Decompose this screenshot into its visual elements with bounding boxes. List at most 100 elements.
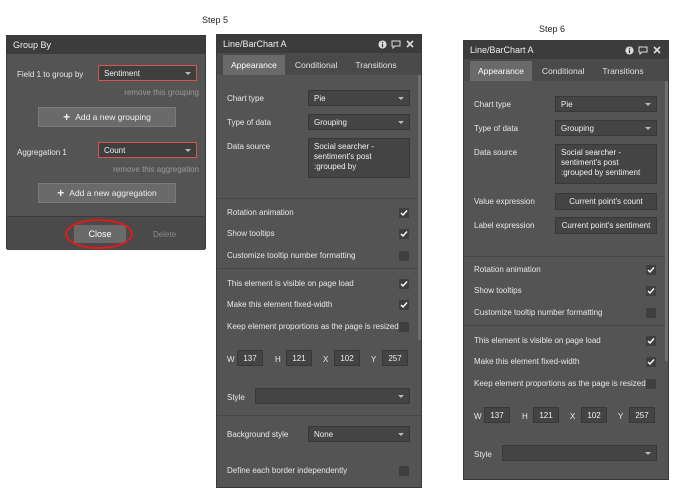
field1-select[interactable]: Sentiment bbox=[98, 65, 197, 81]
aggregation-label: Aggregation 1 bbox=[17, 148, 67, 157]
check-icon bbox=[400, 210, 408, 217]
group-by-footer: Close Delete bbox=[7, 216, 205, 250]
label-expression-label: Label expression bbox=[474, 221, 535, 230]
check-icon bbox=[647, 267, 655, 274]
tab-appearance[interactable]: Appearance bbox=[223, 55, 285, 75]
style-label: Style bbox=[474, 450, 492, 459]
panel-title: Line/BarChart A bbox=[223, 39, 287, 49]
visible-checkbox[interactable] bbox=[646, 336, 656, 346]
delete-button[interactable]: Delete bbox=[153, 230, 176, 239]
keep-proportions-label: Keep element proportions as the page is … bbox=[227, 322, 399, 331]
type-of-data-value: Grouping bbox=[314, 118, 347, 127]
height-input[interactable]: 121 bbox=[533, 407, 559, 423]
y-input[interactable]: 257 bbox=[382, 350, 408, 366]
data-source-line: :grouped by sentiment bbox=[561, 168, 641, 177]
type-of-data-select[interactable]: Grouping bbox=[555, 120, 657, 136]
chart-panel-step5: Line/BarChart A Appearance Conditional T… bbox=[216, 34, 422, 488]
visible-label: This element is visible on page load bbox=[474, 336, 601, 345]
chart-type-select[interactable]: Pie bbox=[555, 96, 657, 112]
caret-down-icon bbox=[398, 395, 404, 398]
tooltips-checkbox[interactable] bbox=[399, 229, 409, 239]
keep-proportions-checkbox[interactable] bbox=[399, 322, 409, 332]
caret-down-icon bbox=[645, 127, 651, 130]
tooltips-checkbox[interactable] bbox=[646, 286, 656, 296]
close-icon[interactable] bbox=[405, 39, 415, 49]
caret-down-icon bbox=[398, 433, 404, 436]
tooltip-format-checkbox[interactable] bbox=[399, 251, 409, 261]
fixed-width-checkbox[interactable] bbox=[399, 300, 409, 310]
chart-type-select[interactable]: Pie bbox=[308, 90, 410, 106]
value-expression-label: Value expression bbox=[474, 197, 535, 206]
fixed-width-label: Make this element fixed-width bbox=[227, 300, 333, 309]
info-icon[interactable] bbox=[624, 45, 634, 55]
remove-grouping-link[interactable]: remove this grouping bbox=[124, 88, 199, 97]
style-select[interactable] bbox=[502, 445, 657, 461]
visible-checkbox[interactable] bbox=[399, 279, 409, 289]
scrollbar[interactable] bbox=[665, 81, 668, 361]
tab-appearance[interactable]: Appearance bbox=[470, 61, 532, 81]
remove-aggregation-link[interactable]: remove this aggregation bbox=[113, 165, 199, 174]
tab-transitions[interactable]: Transitions bbox=[594, 61, 651, 81]
check-icon bbox=[400, 302, 408, 309]
info-icon[interactable] bbox=[377, 39, 387, 49]
tab-conditional[interactable]: Conditional bbox=[287, 55, 346, 75]
data-source-field[interactable]: Social searcher - sentiment's post :grou… bbox=[555, 144, 657, 184]
divider bbox=[464, 325, 668, 326]
step6-label: Step 6 bbox=[539, 24, 566, 34]
data-source-line: sentiment's post bbox=[561, 158, 619, 167]
panel-title: Line/BarChart A bbox=[470, 45, 534, 55]
chart-type-label: Chart type bbox=[474, 100, 511, 109]
background-style-select[interactable]: None bbox=[308, 426, 410, 442]
close-icon[interactable] bbox=[652, 45, 662, 55]
type-of-data-value: Grouping bbox=[561, 124, 594, 133]
chart-type-value: Pie bbox=[314, 94, 326, 103]
value-expression-field[interactable]: Current point's count bbox=[555, 193, 657, 210]
y-input[interactable]: 257 bbox=[629, 407, 655, 423]
chart-type-label: Chart type bbox=[227, 94, 264, 103]
tab-transitions[interactable]: Transitions bbox=[347, 55, 404, 75]
width-input[interactable]: 137 bbox=[237, 350, 263, 366]
tooltip-format-checkbox[interactable] bbox=[646, 308, 656, 318]
data-source-line: :grouped by bbox=[314, 162, 357, 171]
height-input[interactable]: 121 bbox=[286, 350, 312, 366]
type-of-data-label: Type of data bbox=[227, 118, 272, 127]
x-input[interactable]: 102 bbox=[581, 407, 607, 423]
style-select[interactable] bbox=[255, 388, 410, 404]
caret-down-icon bbox=[185, 149, 191, 152]
group-by-panel: Group By Field 1 to group by Sentiment r… bbox=[6, 35, 206, 250]
data-source-line: Social searcher - bbox=[314, 142, 375, 151]
aggregation-select[interactable]: Count bbox=[98, 142, 197, 158]
check-icon bbox=[647, 338, 655, 345]
group-by-header: Group By bbox=[7, 36, 205, 54]
data-source-label: Data source bbox=[227, 142, 271, 151]
tab-bar: Appearance Conditional Transitions bbox=[464, 59, 668, 81]
width-input[interactable]: 137 bbox=[484, 407, 510, 423]
rotation-label: Rotation animation bbox=[474, 265, 541, 274]
x-label: X bbox=[570, 412, 576, 421]
fixed-width-checkbox[interactable] bbox=[646, 357, 656, 367]
tooltip-format-label: Customize tooltip number formatting bbox=[474, 308, 603, 317]
add-aggregation-button[interactable]: + Add a new aggregation bbox=[38, 183, 176, 203]
data-source-line: Social searcher - bbox=[561, 148, 622, 157]
rotation-label: Rotation animation bbox=[227, 208, 294, 217]
add-grouping-button[interactable]: + Add a new grouping bbox=[38, 107, 176, 127]
fixed-width-label: Make this element fixed-width bbox=[474, 357, 580, 366]
tab-conditional[interactable]: Conditional bbox=[534, 61, 593, 81]
comment-icon[interactable] bbox=[638, 45, 648, 55]
y-label: Y bbox=[618, 412, 624, 421]
label-expression-field[interactable]: Current point's sentiment bbox=[555, 217, 657, 234]
comment-icon[interactable] bbox=[391, 39, 401, 49]
check-icon bbox=[647, 288, 655, 295]
x-input[interactable]: 102 bbox=[334, 350, 360, 366]
type-of-data-select[interactable]: Grouping bbox=[308, 114, 410, 130]
caret-down-icon bbox=[398, 121, 404, 124]
data-source-line: sentiment's post bbox=[314, 152, 372, 161]
h-label: H bbox=[275, 355, 281, 364]
border-independent-label: Define each border independently bbox=[227, 466, 348, 475]
border-independent-checkbox[interactable] bbox=[399, 466, 409, 476]
rotation-checkbox[interactable] bbox=[646, 265, 656, 275]
scrollbar[interactable] bbox=[418, 75, 421, 340]
keep-proportions-checkbox[interactable] bbox=[646, 379, 656, 389]
data-source-field[interactable]: Social searcher - sentiment's post :grou… bbox=[308, 138, 410, 178]
rotation-checkbox[interactable] bbox=[399, 208, 409, 218]
